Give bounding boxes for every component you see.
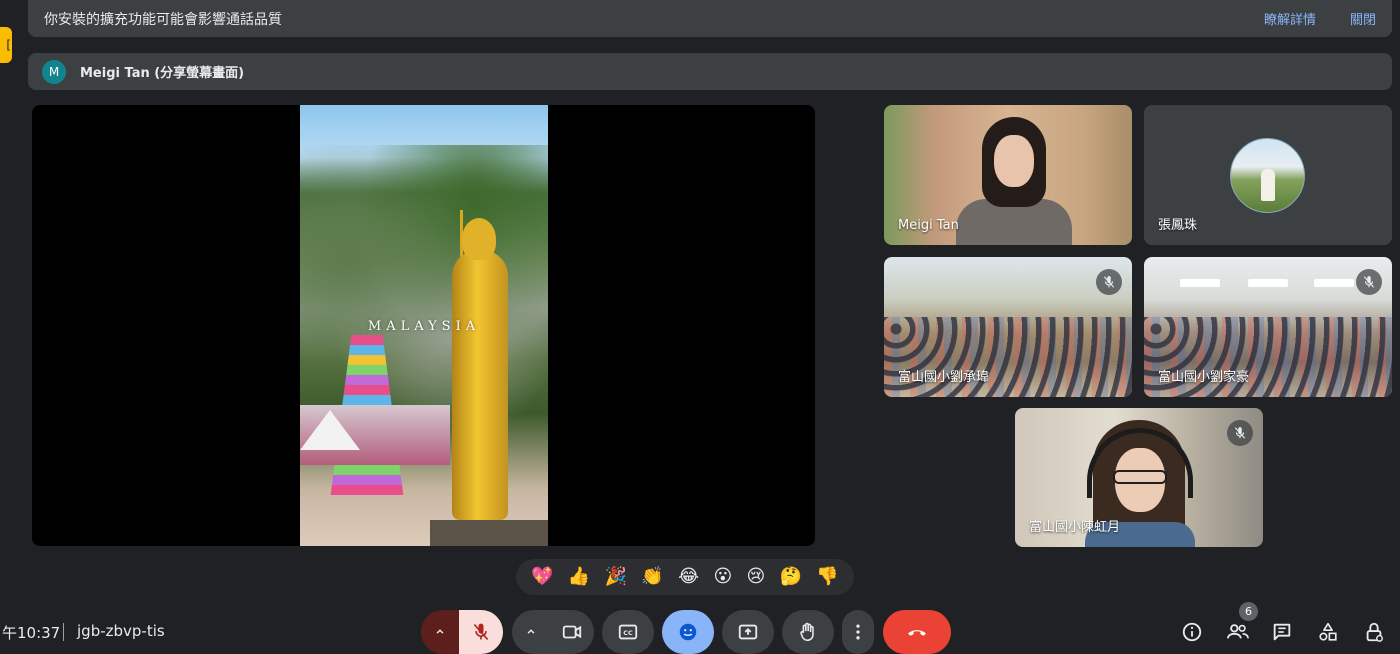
presenter-label: Meigi Tan (分享螢幕畫面) (80, 66, 245, 81)
people-count-badge: 6 (1239, 602, 1258, 621)
mic-off-icon (473, 623, 489, 641)
raise-hand-icon (800, 622, 814, 642)
reaction-heart[interactable]: 💖 (531, 568, 553, 586)
participant-tile-liu-chengwei[interactable]: 富山國小劉承瑋 (884, 257, 1132, 397)
camera-control-group (512, 610, 594, 654)
call-end-icon (908, 630, 926, 636)
photo-caption: MALAYSIA (367, 319, 481, 334)
present-screen-icon (738, 624, 758, 640)
closed-caption-icon: CC (618, 624, 638, 640)
participant-name: 富山國小劉承瑋 (898, 370, 990, 385)
reaction-thinking[interactable]: 🤔 (780, 568, 802, 586)
extension-side-tab[interactable]: [ (0, 27, 12, 63)
presenter-avatar: M (42, 59, 66, 84)
mic-toggle-button[interactable] (459, 610, 503, 654)
participant-name: 富山國小陳虹月 (1029, 520, 1121, 535)
participant-tile-liu-jiahao[interactable]: 富山國小劉家豪 (1144, 257, 1392, 397)
meeting-details-button[interactable] (1180, 620, 1204, 644)
mic-control-group (421, 610, 503, 654)
reaction-clap[interactable]: 👏 (641, 568, 663, 586)
camera-options-button[interactable] (512, 610, 550, 654)
activities-icon (1319, 622, 1337, 641)
captions-button[interactable]: CC (602, 610, 654, 654)
info-icon (1182, 622, 1202, 642)
camera-toggle-button[interactable] (550, 610, 594, 654)
svg-text:CC: CC (623, 629, 633, 637)
participant-tile-chen-hongyue[interactable]: 富山國小陳虹月 (1015, 408, 1263, 547)
videocam-icon (562, 625, 582, 639)
chat-icon (1273, 623, 1291, 641)
chevron-up-icon (527, 629, 535, 634)
shared-screen-stage: MALAYSIA (32, 105, 815, 546)
host-controls-button[interactable] (1362, 620, 1386, 644)
reaction-party[interactable]: 🎉 (605, 568, 627, 586)
participant-video (956, 117, 1072, 245)
present-button[interactable] (722, 610, 774, 654)
photo-golden-statue (430, 210, 548, 546)
participant-name: Meigi Tan (898, 218, 959, 233)
people-button[interactable] (1226, 620, 1250, 644)
mic-off-icon (1096, 269, 1122, 295)
presenter-banner: M Meigi Tan (分享螢幕畫面) (28, 53, 1392, 90)
shared-screen-photo: MALAYSIA (300, 105, 548, 546)
avatar (1230, 138, 1305, 213)
meeting-time: 午10:37 (2, 624, 61, 642)
reactions-button[interactable] (662, 610, 714, 654)
reactions-bar: 💖 👍 🎉 👏 😂 😮 😢 🤔 👎 (516, 559, 854, 595)
participant-name: 富山國小劉家豪 (1158, 370, 1250, 385)
close-banner-button[interactable]: 關閉 (1350, 9, 1376, 28)
mic-off-icon (1227, 420, 1253, 446)
reaction-thumbs-down[interactable]: 👎 (816, 568, 838, 586)
participant-tile-zhang[interactable]: 張鳳珠 (1144, 105, 1392, 245)
warning-message: 你安裝的擴充功能可能會影響通話品質 (44, 11, 282, 28)
activities-button[interactable] (1316, 620, 1340, 644)
divider (63, 623, 64, 641)
chevron-up-icon (436, 629, 444, 634)
emoji-icon (679, 623, 697, 641)
participant-tile-meigi[interactable]: Meigi Tan (884, 105, 1132, 245)
extension-warning-banner: 你安裝的擴充功能可能會影響通話品質 瞭解詳情 關閉 (28, 0, 1392, 37)
people-icon (1227, 624, 1249, 639)
participant-video (884, 317, 1132, 397)
learn-more-link[interactable]: 瞭解詳情 (1264, 9, 1316, 28)
reaction-laugh[interactable]: 😂 (678, 568, 699, 586)
raise-hand-button[interactable] (782, 610, 834, 654)
participant-video (1144, 317, 1392, 397)
more-options-button[interactable] (842, 610, 874, 654)
reaction-surprised[interactable]: 😮 (713, 568, 732, 586)
more-vert-icon (856, 624, 860, 640)
reaction-thumbs-up[interactable]: 👍 (568, 568, 590, 586)
host-controls-icon (1366, 622, 1383, 642)
chat-button[interactable] (1270, 620, 1294, 644)
meeting-code[interactable]: jgb-zbvp-tis (77, 622, 165, 640)
mic-off-icon (1356, 269, 1382, 295)
leave-call-button[interactable] (883, 610, 951, 654)
participant-name: 張鳳珠 (1158, 218, 1198, 233)
mic-options-button[interactable] (421, 610, 459, 654)
reaction-sad[interactable]: 😢 (747, 568, 766, 586)
